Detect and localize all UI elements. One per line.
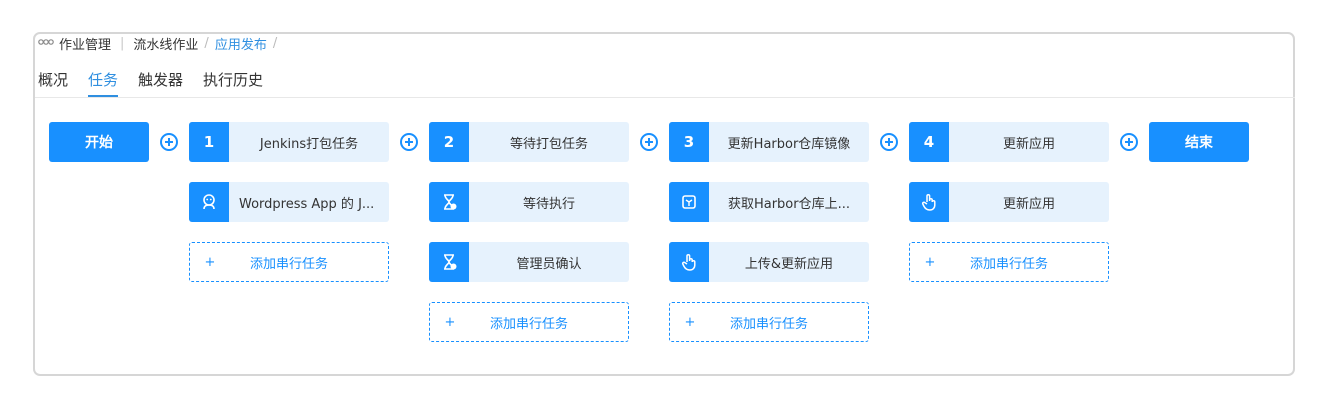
- stage-number: 4: [909, 122, 949, 162]
- pointer-hand-icon: [669, 242, 709, 282]
- add-serial-task-label: 添加串行任务: [249, 256, 328, 272]
- end-node[interactable]: 结束: [1149, 122, 1249, 162]
- tabs-divider: [35, 97, 1295, 98]
- task-card[interactable]: 更新应用: [909, 182, 1109, 222]
- plus-icon: +: [924, 254, 936, 270]
- task-label: 上传&更新应用: [744, 256, 834, 272]
- pointer-hand-icon: [909, 182, 949, 222]
- task-label: 管理员确认: [516, 256, 582, 272]
- stage-card-3[interactable]: 3 更新Harbor仓库镜像: [669, 122, 869, 162]
- breadcrumb-pipeline-jobs[interactable]: 流水线作业: [133, 34, 198, 53]
- stage-number: 2: [429, 122, 469, 162]
- task-card[interactable]: 获取Harbor仓库上...: [669, 182, 869, 222]
- task-card[interactable]: 上传&更新应用: [669, 242, 869, 282]
- add-serial-task-label: 添加串行任务: [969, 256, 1048, 272]
- add-stage-icon[interactable]: [159, 132, 179, 152]
- add-serial-task-button[interactable]: + 添加串行任务: [669, 302, 869, 342]
- breadcrumb-separator: /: [272, 35, 278, 51]
- breadcrumb-current[interactable]: 应用发布: [215, 34, 267, 53]
- hourglass-icon: [429, 182, 469, 222]
- start-node[interactable]: 开始: [49, 122, 149, 162]
- stage-title: 等待打包任务: [509, 136, 588, 152]
- task-label: 等待执行: [522, 196, 575, 212]
- jenkins-icon: [189, 182, 229, 222]
- tab-triggers[interactable]: 触发器: [138, 64, 183, 91]
- task-label: Wordpress App 的 J...: [239, 196, 375, 212]
- plus-icon: +: [204, 254, 216, 270]
- add-serial-task-button[interactable]: + 添加串行任务: [189, 242, 389, 282]
- stage-number: 3: [669, 122, 709, 162]
- task-card[interactable]: 管理员确认: [429, 242, 629, 282]
- breadcrumb-job-management[interactable]: 作业管理: [59, 34, 111, 53]
- stage-title: Jenkins打包任务: [259, 136, 359, 152]
- stage-card-2[interactable]: 2 等待打包任务: [429, 122, 629, 162]
- stage-card-1[interactable]: 1 Jenkins打包任务: [189, 122, 389, 162]
- task-label: 获取Harbor仓库上...: [727, 196, 851, 212]
- stage-number: 1: [189, 122, 229, 162]
- stage-title: 更新应用: [1002, 136, 1055, 152]
- hourglass-icon: [429, 242, 469, 282]
- breadcrumb: 作业管理 | 流水线作业 / 应用发布 /: [38, 34, 283, 53]
- add-stage-icon[interactable]: [639, 132, 659, 152]
- tab-bar: 概况 任务 触发器 执行历史: [38, 64, 283, 98]
- tab-overview[interactable]: 概况: [38, 64, 68, 91]
- add-serial-task-button[interactable]: + 添加串行任务: [909, 242, 1109, 282]
- task-card[interactable]: 等待执行: [429, 182, 629, 222]
- plus-icon: +: [684, 314, 696, 330]
- task-label: 更新应用: [1002, 196, 1055, 212]
- box-icon: [669, 182, 709, 222]
- task-card[interactable]: Wordpress App 的 J...: [189, 182, 389, 222]
- stage-title: 更新Harbor仓库镜像: [727, 136, 851, 152]
- plus-icon: +: [444, 314, 456, 330]
- tab-tasks[interactable]: 任务: [88, 64, 119, 97]
- breadcrumb-separator: /: [204, 35, 209, 51]
- app-grid-icon: [38, 36, 54, 51]
- add-stage-icon[interactable]: [879, 132, 899, 152]
- add-serial-task-label: 添加串行任务: [729, 316, 808, 332]
- breadcrumb-divider: |: [120, 35, 125, 51]
- add-stage-icon[interactable]: [399, 132, 419, 152]
- add-serial-task-button[interactable]: + 添加串行任务: [429, 302, 629, 342]
- add-stage-icon[interactable]: [1119, 132, 1139, 152]
- add-serial-task-label: 添加串行任务: [489, 316, 568, 332]
- tab-history[interactable]: 执行历史: [203, 64, 263, 91]
- stage-card-4[interactable]: 4 更新应用: [909, 122, 1109, 162]
